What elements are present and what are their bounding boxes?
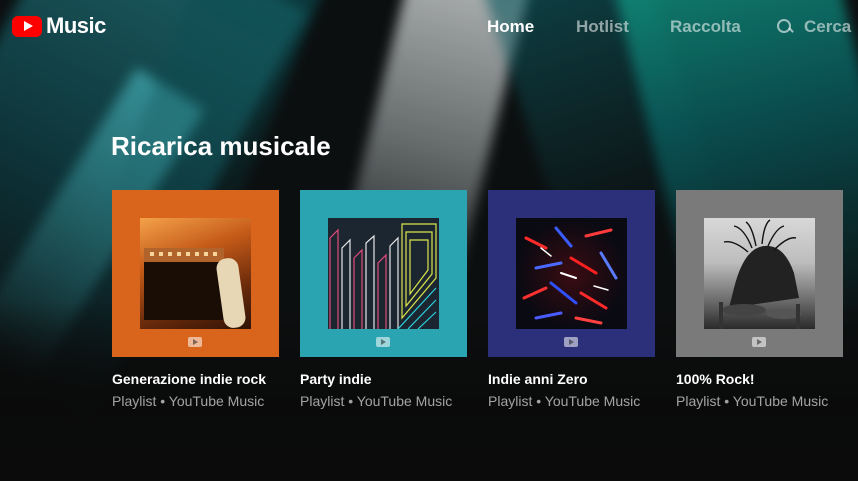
youtube-mini-icon [376, 337, 390, 347]
nav-hotlist[interactable]: Hotlist [576, 17, 629, 37]
playlist-cover[interactable] [488, 190, 655, 357]
top-bar: Music Home Hotlist Raccolta Cerca [0, 0, 858, 56]
nav-home[interactable]: Home [487, 17, 534, 37]
section-title: Ricarica musicale [111, 131, 331, 161]
cover-image [704, 218, 815, 329]
cover-image [516, 218, 627, 329]
playlist-subtitle: Playlist • YouTube Music [676, 393, 829, 409]
youtube-play-logo-icon [12, 15, 42, 37]
playlist-card[interactable]: Indie anni Zero Playlist • YouTube Music [488, 190, 655, 409]
playlist-title[interactable]: Party indie [300, 371, 467, 387]
search-icon [776, 18, 794, 36]
nav-search[interactable]: Cerca [776, 17, 851, 37]
youtube-mini-icon [564, 337, 578, 347]
playlist-cover[interactable] [300, 190, 467, 357]
playlist-card[interactable]: Party indie Playlist • YouTube Music [300, 190, 467, 409]
playlist-cover[interactable] [112, 190, 279, 357]
playlist-subtitle: Playlist • YouTube Music [300, 393, 453, 409]
youtube-music-logo[interactable]: Music [12, 13, 106, 39]
playlist-title[interactable]: Indie anni Zero [488, 371, 655, 387]
playlist-title[interactable]: Generazione indie rock [112, 371, 279, 387]
nav-raccolta[interactable]: Raccolta [670, 17, 741, 37]
youtube-mini-icon [752, 337, 766, 347]
playlist-card[interactable]: Generazione indie rock Playlist • YouTub… [112, 190, 279, 409]
playlist-subtitle: Playlist • YouTube Music [488, 393, 641, 409]
playlist-cover[interactable] [676, 190, 843, 357]
playlist-title[interactable]: 100% Rock! [676, 371, 843, 387]
cover-image [328, 218, 439, 329]
cover-image [140, 218, 251, 329]
logo-text: Music [46, 13, 106, 38]
playlist-subtitle: Playlist • YouTube Music [112, 393, 265, 409]
youtube-mini-icon [188, 337, 202, 347]
search-label: Cerca [804, 17, 852, 36]
playlist-card[interactable]: 100% Rock! Playlist • YouTube Music [676, 190, 843, 409]
